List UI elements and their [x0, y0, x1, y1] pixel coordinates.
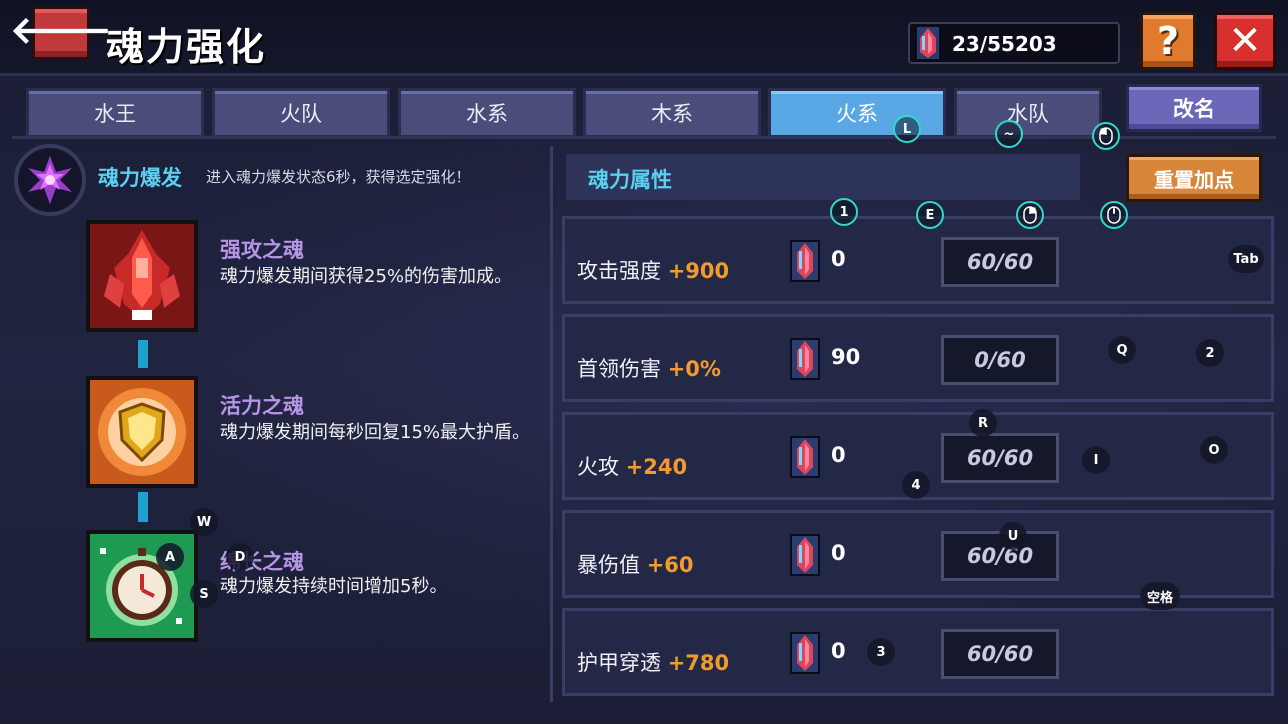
soul-gem-icon — [790, 240, 820, 282]
back-button[interactable]: 🡐 — [10, 6, 112, 60]
close-icon: ✕ — [1228, 18, 1262, 64]
page-title: 魂力强化 — [106, 25, 267, 69]
soul-burst-icon — [14, 144, 86, 216]
attribute-level: 0/60 — [941, 335, 1059, 385]
attribute-level: 60/60 — [941, 629, 1059, 679]
soul-burst-panel: 魂力爆发 进入魂力爆发状态6秒，获得选定强化！ 强攻之魂 魂力爆发期间获得25%… — [12, 142, 550, 702]
attribute-name: 火攻 +240 — [577, 455, 688, 479]
skill-1-name: 强攻之魂 — [220, 238, 304, 262]
skill-connector — [138, 340, 148, 368]
mouse-middle-hint-icon — [1100, 201, 1128, 229]
currency-value: 23/55203 — [952, 32, 1057, 56]
attributes-header: 魂力属性 — [566, 154, 1080, 200]
attribute-name: 护甲穿透 +780 — [577, 651, 730, 675]
tab-preset-1[interactable]: 水王 — [26, 88, 204, 138]
key-hint-1: 1 — [830, 198, 858, 226]
key-hint-space: 空格 — [1140, 582, 1180, 610]
tab-preset-3[interactable]: 水系 — [398, 88, 576, 138]
reset-points-button[interactable]: 重置加点 — [1126, 154, 1262, 202]
key-hint-a: A — [156, 543, 184, 571]
top-bar: 🡐 魂力强化 23/55203 ? ✕ — [0, 0, 1288, 76]
key-hint-tilde: ~ — [995, 120, 1023, 148]
attribute-cost: 0 — [831, 541, 846, 565]
skill-3-desc: 魂力爆发持续时间增加5秒。 — [220, 576, 448, 597]
attribute-name: 暴伤值 +60 — [577, 553, 694, 577]
help-button[interactable]: ? — [1140, 12, 1196, 70]
soul-gem-icon — [790, 632, 820, 674]
panel-divider — [550, 146, 553, 702]
skill-1-desc: 魂力爆发期间获得25%的伤害加成。 — [220, 266, 513, 287]
key-hint-r: R — [969, 409, 997, 437]
soul-gem-icon — [790, 436, 820, 478]
key-hint-tab: Tab — [1228, 245, 1264, 273]
soul-gem-icon — [790, 534, 820, 576]
attribute-cost: 0 — [831, 443, 846, 467]
attribute-row[interactable]: 攻击强度 +900 0 60/60 — [562, 216, 1274, 304]
key-hint-4: 4 — [902, 471, 930, 499]
key-hint-q: Q — [1108, 336, 1136, 364]
gold-shield-icon — [90, 380, 194, 484]
soul-gem-icon — [790, 338, 820, 380]
key-hint-e: E — [916, 201, 944, 229]
tab-divider — [12, 136, 1276, 139]
mouse-right-hint-icon — [1016, 201, 1044, 229]
attribute-row[interactable]: 首领伤害 +0% 90 0/60 — [562, 314, 1274, 402]
skill-2-desc: 魂力爆发期间每秒回复15%最大护盾。 — [220, 422, 531, 443]
attribute-row[interactable]: 护甲穿透 +780 0 60/60 — [562, 608, 1274, 696]
attribute-name: 首领伤害 +0% — [577, 357, 721, 381]
key-hint-s: S — [190, 580, 218, 608]
tab-preset-6[interactable]: 水队 — [954, 88, 1102, 138]
close-button[interactable]: ✕ — [1214, 12, 1276, 70]
question-icon: ? — [1156, 19, 1180, 63]
skill-1-icon[interactable] — [86, 220, 198, 332]
key-hint-2: 2 — [1196, 339, 1224, 367]
skill-3-icon[interactable] — [86, 530, 198, 642]
key-hint-d: D — [226, 543, 254, 571]
skill-connector — [138, 492, 148, 522]
red-rocket-icon — [90, 224, 194, 328]
soul-gem-icon — [915, 25, 941, 61]
attribute-name: 攻击强度 +900 — [577, 259, 730, 283]
burst-description: 进入魂力爆发状态6秒，获得选定强化！ — [206, 168, 471, 186]
attribute-cost: 0 — [831, 639, 846, 663]
skill-2-icon[interactable] — [86, 376, 198, 488]
back-arrow-icon: 🡐 — [10, 8, 112, 52]
rename-button[interactable]: 改名 — [1126, 84, 1262, 132]
key-hint-3: 3 — [867, 638, 895, 666]
attributes-title: 魂力属性 — [588, 168, 672, 192]
attribute-level: 60/60 — [941, 237, 1059, 287]
key-hint-o: O — [1200, 436, 1228, 464]
key-hint-u: U — [999, 522, 1027, 550]
soul-currency-display: 23/55203 — [908, 22, 1120, 64]
key-hint-i: I — [1082, 446, 1110, 474]
tab-preset-2[interactable]: 火队 — [212, 88, 390, 138]
attribute-level: 60/60 — [941, 433, 1059, 483]
skill-2-name: 活力之魂 — [220, 394, 304, 418]
mouse-left-hint-icon — [1092, 122, 1120, 150]
burst-title: 魂力爆发 — [98, 166, 182, 190]
key-hint-w: W — [190, 508, 218, 536]
tab-preset-4[interactable]: 木系 — [583, 88, 761, 138]
attribute-cost: 0 — [831, 247, 846, 271]
attribute-cost: 90 — [831, 345, 861, 369]
key-hint-l: L — [893, 115, 921, 143]
